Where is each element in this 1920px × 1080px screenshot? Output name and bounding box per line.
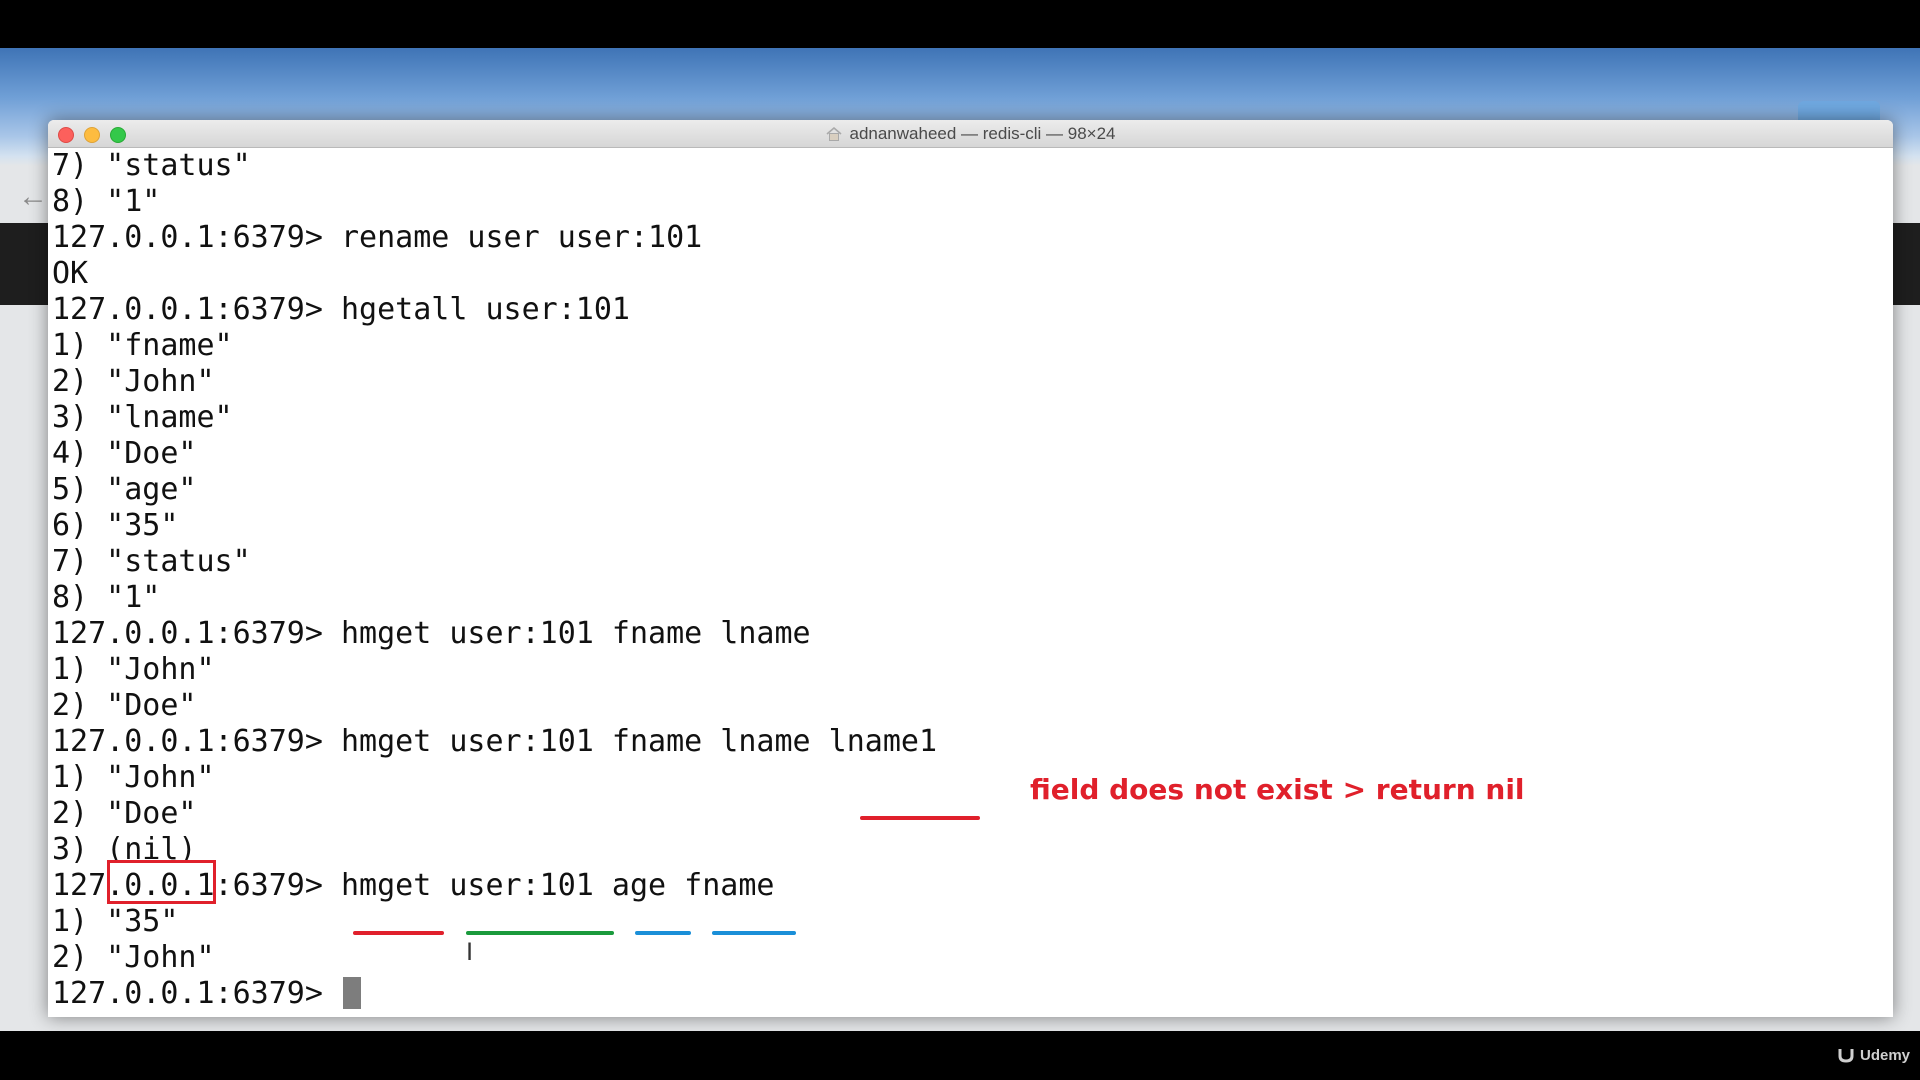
terminal-line: 8) "1" xyxy=(52,580,161,615)
text-cursor xyxy=(342,977,361,1009)
terminal-line: 1) "35" xyxy=(52,904,179,939)
terminal-line: 127.0.0.1:6379> hmget user:101 fname lna… xyxy=(52,724,938,759)
underline-missing-field xyxy=(860,816,980,820)
terminal-line: 8) "1" xyxy=(52,184,161,219)
underline-key xyxy=(466,931,614,935)
udemy-watermark: Udemy xyxy=(1836,1045,1910,1065)
terminal-line: 1) "fname" xyxy=(52,328,233,363)
folder-icon xyxy=(1798,101,1880,121)
terminal-line: 2) "Doe" xyxy=(52,688,197,723)
title-bar[interactable]: adnanwaheed — redis-cli — 98×24 xyxy=(48,120,1893,148)
letterbox-top xyxy=(0,0,1920,48)
terminal-line: 6) "35" xyxy=(52,508,179,543)
underline-command xyxy=(353,931,444,935)
terminal-line: 127.0.0.1:6379> rename user user:101 xyxy=(52,220,703,255)
terminal-line: 4) "Doe" xyxy=(52,436,197,471)
terminal-line: OK xyxy=(52,256,89,291)
terminal-line: 7) "status" xyxy=(52,148,251,183)
letterbox-bottom xyxy=(0,1031,1920,1080)
terminal-line: 1) "John" xyxy=(52,760,215,795)
underline-field-age xyxy=(635,931,691,935)
terminal-line: 1) "John" xyxy=(52,652,215,687)
terminal-window[interactable]: adnanwaheed — redis-cli — 98×24 7) "stat… xyxy=(48,120,1893,1017)
terminal-line: 127.0.0.1:6379> hgetall user:101 xyxy=(52,292,630,327)
annotation-text: field does not exist > return nil xyxy=(1030,773,1525,806)
terminal-prompt: 127.0.0.1:6379> xyxy=(52,976,341,1011)
window-title-group: adnanwaheed — redis-cli — 98×24 xyxy=(48,120,1893,147)
udemy-brand: Udemy xyxy=(1860,1046,1911,1064)
window-title: adnanwaheed — redis-cli — 98×24 xyxy=(849,123,1116,143)
home-folder-icon xyxy=(826,126,843,141)
terminal-line: 5) "age" xyxy=(52,472,197,507)
back-arrow-icon: ← xyxy=(18,180,48,213)
terminal-line: 7) "status" xyxy=(52,544,251,579)
terminal-line: 2) "John" xyxy=(52,940,215,975)
nil-highlight-box xyxy=(107,860,216,904)
terminal-line: 2) "John" xyxy=(52,364,215,399)
terminal-line: 2) "Doe" xyxy=(52,796,197,831)
terminal-line: 3) "lname" xyxy=(52,400,233,435)
underline-field-fname xyxy=(712,931,796,935)
terminal-output[interactable]: 7) "status" 8) "1" 127.0.0.1:6379> renam… xyxy=(48,148,1893,1017)
terminal-line: 127.0.0.1:6379> hmget user:101 fname lna… xyxy=(52,616,811,651)
udemy-logo-icon xyxy=(1838,1049,1854,1063)
terminal-prompt-line[interactable]: 127.0.0.1:6379> xyxy=(52,976,361,1012)
ibeam-cursor-icon: I xyxy=(466,938,474,966)
